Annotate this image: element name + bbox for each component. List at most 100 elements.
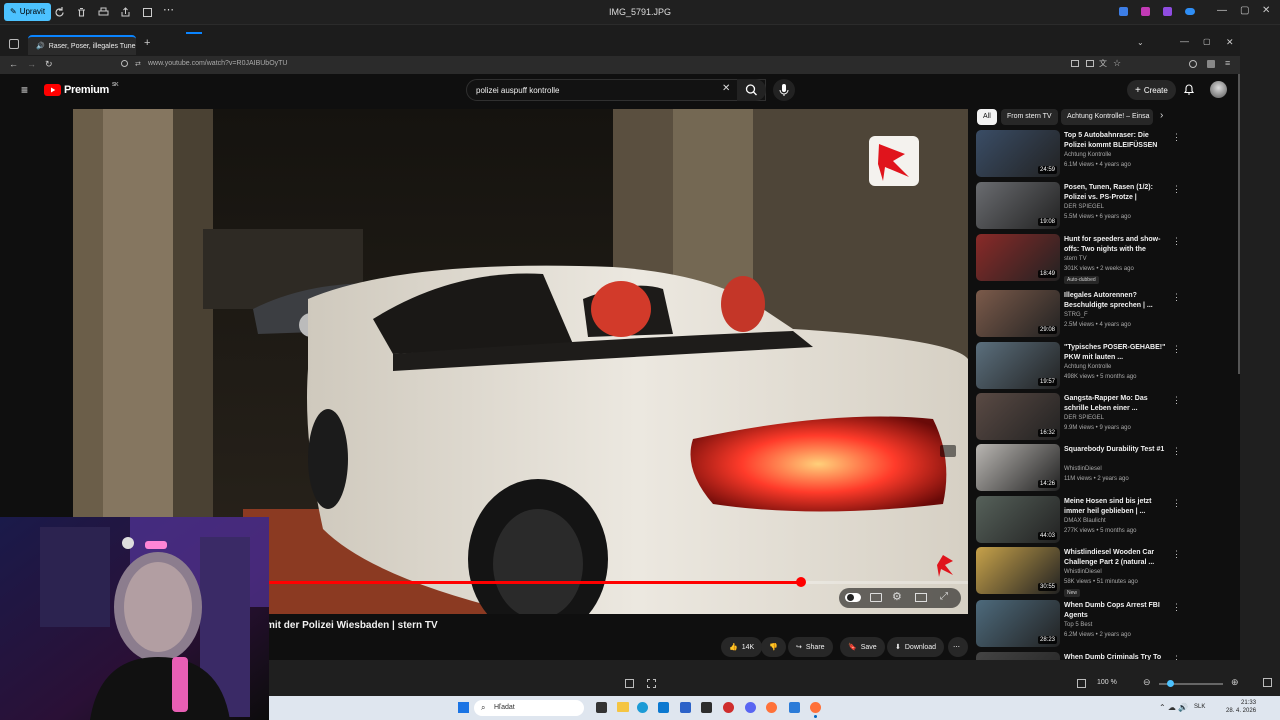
create-button[interactable]: + Create: [1127, 80, 1176, 100]
clear-search-icon[interactable]: ✕: [722, 83, 730, 94]
recommendation-title[interactable]: When Dumb Cops Arrest FBI Agents: [1064, 601, 1168, 621]
zoom-level[interactable]: 100 %: [1097, 679, 1117, 686]
browser-minimize-icon[interactable]: —: [1180, 36, 1189, 46]
video-thumbnail[interactable]: 19:57: [976, 342, 1060, 389]
voice-search-button[interactable]: [773, 79, 795, 101]
firefox-active-icon[interactable]: [810, 702, 821, 713]
extensions-icon[interactable]: [1207, 60, 1215, 68]
recommendation-item[interactable]: 19:57 "Typisches POSER-GEHABE!" PKW mit l…: [976, 342, 1186, 392]
workspaces-icon[interactable]: [9, 39, 19, 49]
subtitles-icon[interactable]: [870, 593, 882, 602]
video-thumbnail[interactable]: 28:23: [976, 600, 1060, 647]
more-vert-icon[interactable]: ⋮: [1172, 498, 1181, 509]
recommendation-item[interactable]: 44:03 Meine Hosen sind bis jetzt immer he…: [976, 496, 1186, 546]
recommendation-channel[interactable]: WhistlinDiesel: [1064, 569, 1102, 575]
recommendation-channel[interactable]: Achtung Kontrolle: [1064, 364, 1111, 370]
tab-youtube[interactable]: 🔊 Raser, Poser, illegales Tune ✕: [28, 35, 136, 55]
recommendation-channel[interactable]: STRG_F: [1064, 312, 1088, 318]
dislike-button[interactable]: 👎: [761, 637, 786, 657]
video-thumbnail[interactable]: 16:32: [976, 393, 1060, 440]
back-icon[interactable]: ←: [9, 59, 18, 69]
share-button[interactable]: ↪ Share: [788, 637, 833, 657]
recommendation-item[interactable]: When Dumb Criminals Try To ⋮: [976, 652, 1186, 660]
taskbar-search-input[interactable]: Hľadat: [474, 700, 584, 716]
settings-gear-icon[interactable]: ⚙: [892, 590, 902, 603]
recommendation-channel[interactable]: stern TV: [1064, 256, 1087, 262]
chevron-right-icon[interactable]: ›: [1160, 110, 1163, 121]
more-vert-icon[interactable]: ⋮: [1172, 395, 1181, 406]
save-button[interactable]: 🔖 Save: [840, 637, 885, 657]
screenshot-icon[interactable]: [1086, 60, 1094, 67]
like-button[interactable]: 👍 14K: [721, 637, 763, 657]
more-vert-icon[interactable]: ⋮: [1172, 132, 1181, 143]
actual-size-icon[interactable]: [647, 679, 656, 688]
hamburger-menu-icon[interactable]: ≡: [21, 83, 28, 97]
zoom-out-icon[interactable]: ⊖: [1143, 677, 1151, 688]
recommendation-title[interactable]: Hunt for speeders and show-offs: Two nig…: [1064, 235, 1168, 255]
url-text[interactable]: www.youtube.com/watch?v=R0JAIBUbOyTU: [148, 60, 287, 67]
recommendation-channel[interactable]: Achtung Kontrolle: [1064, 152, 1111, 158]
recommendation-item[interactable]: 16:32 Gangsta-Rapper Mo: Das schrille Leb…: [976, 393, 1186, 443]
recommendation-title[interactable]: Top 5 Autobahnraser: Die Polizei kommt B…: [1064, 131, 1168, 151]
recommendation-title[interactable]: Illegales Autorennen? Beschuldigte sprec…: [1064, 291, 1168, 311]
menu-icon[interactable]: ≡: [1225, 58, 1230, 68]
more-vert-icon[interactable]: ⋮: [1172, 236, 1181, 247]
browser-close-icon[interactable]: ✕: [1226, 37, 1234, 48]
app-icon-dark[interactable]: [701, 702, 712, 713]
recommendation-item[interactable]: 30:55 Whistlindiesel Wooden Car Challenge…: [976, 547, 1186, 597]
recommendation-item[interactable]: 14:26 Squarebody Durability Test #1 Whistl…: [976, 444, 1186, 494]
discord-icon[interactable]: [745, 702, 756, 713]
recommendation-title[interactable]: When Dumb Criminals Try To: [1064, 653, 1168, 660]
zoom-slider[interactable]: [1159, 680, 1223, 687]
tab-list-icon[interactable]: ⌄: [1137, 38, 1144, 47]
permissions-icon[interactable]: ⇄: [135, 60, 141, 68]
recommendation-channel[interactable]: DMAX Blaulicht: [1064, 518, 1106, 524]
recommendation-title[interactable]: "Typisches POSER-GEHABE!" PKW mit lauten…: [1064, 343, 1168, 363]
progress-scrubber[interactable]: [795, 577, 806, 587]
recommendation-item[interactable]: 18:49 Hunt for speeders and show-offs: Tw…: [976, 234, 1186, 284]
search-input[interactable]: polizei auspuff kontrolle: [466, 79, 766, 101]
zoom-in-icon[interactable]: ⊕: [1231, 677, 1239, 688]
video-thumbnail[interactable]: 14:26: [976, 444, 1060, 491]
edge-icon[interactable]: [637, 702, 648, 713]
theater-mode-icon[interactable]: [915, 593, 927, 602]
recommendation-item[interactable]: 24:59 Top 5 Autobahnraser: Die Polizei ko…: [976, 130, 1186, 180]
firefox-icon[interactable]: [766, 702, 777, 713]
video-thumbnail[interactable]: 24:59: [976, 130, 1060, 177]
more-vert-icon[interactable]: ⋮: [1172, 549, 1181, 560]
recommendation-title[interactable]: Gangsta-Rapper Mo: Das schrille Leben ei…: [1064, 394, 1168, 414]
recommendation-channel[interactable]: DER SPIEGEL: [1064, 415, 1104, 421]
video-thumbnail[interactable]: 29:08: [976, 290, 1060, 337]
more-vert-icon[interactable]: ⋮: [1172, 292, 1181, 303]
cloud-icon[interactable]: [1185, 8, 1195, 15]
bookmark-star-icon[interactable]: ☆: [1113, 58, 1121, 69]
chip-all[interactable]: All: [977, 109, 997, 125]
chip-achtung-kontrolle[interactable]: Achtung Kontrolle! – Einsa: [1061, 109, 1153, 125]
scrollbar[interactable]: [1238, 74, 1240, 374]
site-info-icon[interactable]: [121, 60, 128, 67]
video-thumbnail[interactable]: 19:08: [976, 182, 1060, 229]
maximize-icon[interactable]: ▢: [1240, 5, 1249, 16]
recommendation-channel[interactable]: DER SPIEGEL: [1064, 204, 1104, 210]
minimize-icon[interactable]: —: [1217, 5, 1227, 16]
new-tab-icon[interactable]: +: [144, 37, 150, 49]
more-vert-icon[interactable]: ⋮: [1172, 446, 1181, 457]
autoplay-toggle[interactable]: [845, 593, 861, 602]
video-thumbnail[interactable]: 30:55: [976, 547, 1060, 594]
recommendation-item[interactable]: 29:08 Illegales Autorennen? Beschuldigte …: [976, 290, 1186, 340]
avatar[interactable]: [1210, 81, 1227, 98]
browser-maximize-icon[interactable]: ▢: [1203, 37, 1211, 46]
fullscreen-icon[interactable]: ⤢: [940, 591, 948, 602]
video-thumbnail[interactable]: 44:03: [976, 496, 1060, 543]
recommendation-title[interactable]: Meine Hosen sind bis jetzt immer heil ge…: [1064, 497, 1168, 517]
search-button[interactable]: [737, 79, 766, 101]
recommendation-title[interactable]: Squarebody Durability Test #1: [1064, 445, 1168, 455]
reader-icon[interactable]: [1071, 60, 1079, 67]
file-explorer-icon[interactable]: [617, 702, 629, 712]
photos-icon[interactable]: [789, 702, 800, 713]
chip-from-stern-tv[interactable]: From stern TV: [1001, 109, 1058, 125]
app-icon-red[interactable]: [723, 702, 734, 713]
filmstrip-icon[interactable]: [1077, 679, 1086, 688]
reload-icon[interactable]: ↻: [45, 59, 53, 70]
tray-icons[interactable]: ⌃ ☁ 🔊: [1159, 703, 1188, 712]
